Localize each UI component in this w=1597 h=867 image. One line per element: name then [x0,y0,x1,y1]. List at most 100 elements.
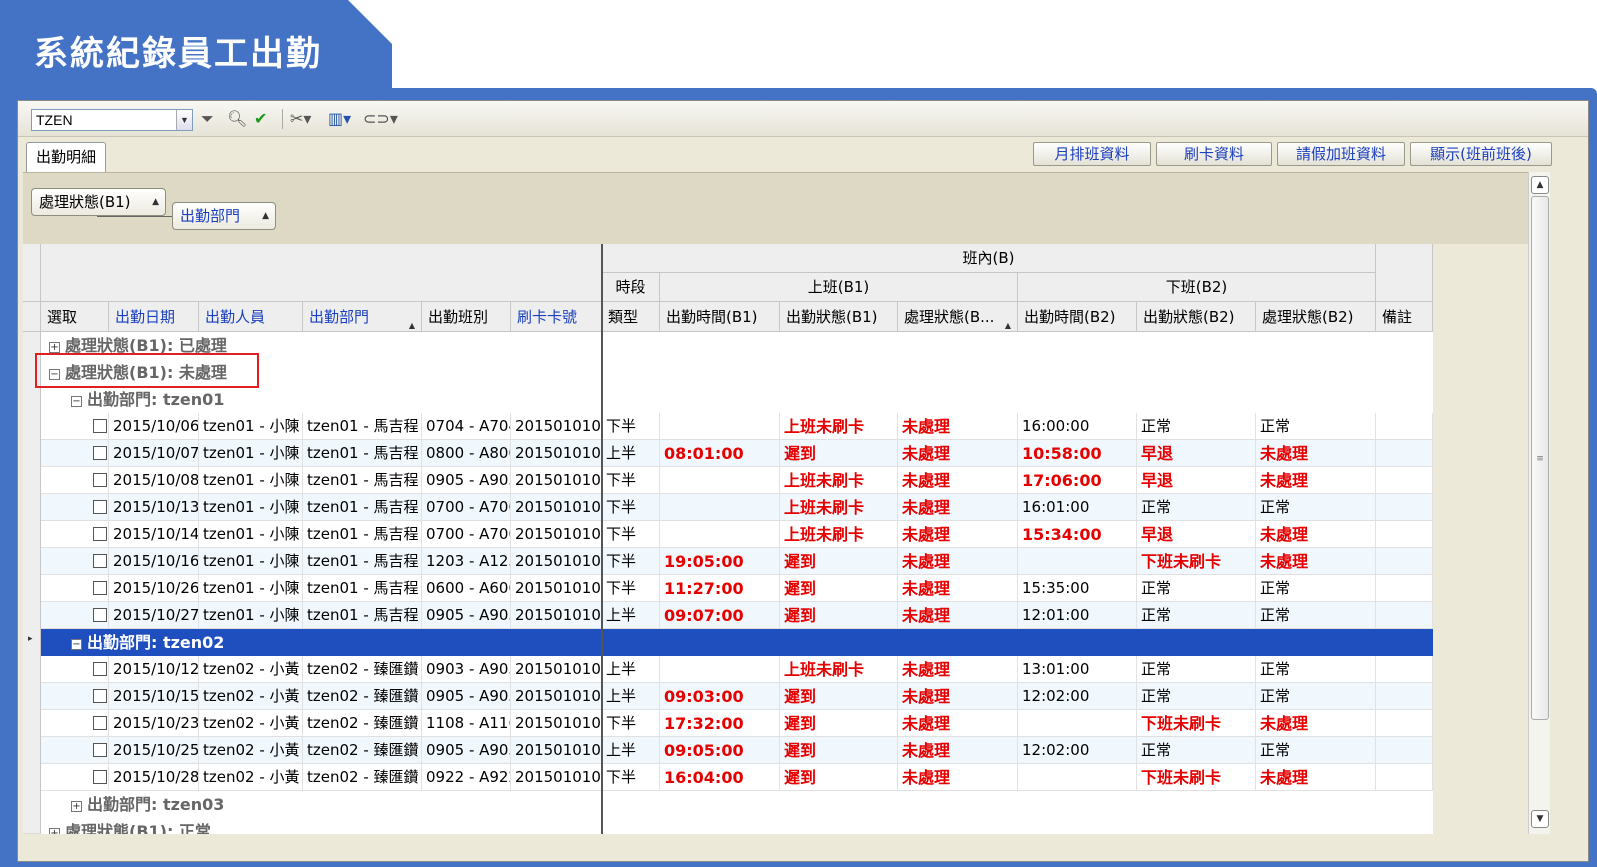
col-header-time-b1[interactable]: 出勤時間(B1) [660,302,780,332]
leave-overtime-button[interactable]: 請假加班資料 [1277,142,1405,166]
cell-time-b2: 15:34:00 [1018,521,1137,548]
cell-type: 下半 [602,764,660,791]
group-chip-status[interactable]: 處理狀態(B1) ▲ [31,188,166,216]
table-row[interactable]: 2015/10/25 tzen02 - 小黃 tzen02 - 臻匯鑽 0905 - … [41,737,1433,764]
table-row[interactable]: 2015/10/16 tzen01 - 小陳 tzen01 - 馬吉程 1203 - … [41,548,1433,575]
select-checkbox[interactable] [93,581,107,595]
cell-shift: 0905 - A905 [422,683,511,710]
select-checkbox[interactable] [93,527,107,541]
cell-type: 上半 [602,440,660,467]
table-row[interactable]: 2015/10/06 tzen01 - 小陳 tzen01 - 馬吉程 0704 - … [41,413,1433,440]
cell-process-b1: 未處理 [898,737,1018,764]
col-header-date[interactable]: 出勤日期 [109,302,199,332]
col-header-process-b1[interactable]: 處理狀態(B... ▲ [898,302,1018,332]
cell-date: 2015/10/26 [109,575,199,602]
col-header-department-label: 出勤部門 [309,308,370,326]
cell-process-b1: 未處理 [898,575,1018,602]
col-header-process-b2[interactable]: 處理狀態(B2) [1256,302,1376,332]
expand-icon[interactable]: + [49,828,60,834]
vertical-scrollbar[interactable]: ▲ ≡ ▼ [1528,172,1550,834]
cell-time-b1: 16:04:00 [660,764,780,791]
select-checkbox[interactable] [93,743,107,757]
filter-icon[interactable]: ⏷ [201,109,214,129]
check-icon[interactable]: ✔ [254,109,267,129]
select-checkbox[interactable] [93,608,107,622]
monthly-schedule-button[interactable]: 月排班資料 [1033,142,1151,166]
table-row[interactable]: 2015/10/13 tzen01 - 小陳 tzen01 - 馬吉程 0700 - … [41,494,1433,521]
table-row[interactable]: 2015/10/27 tzen01 - 小陳 tzen01 - 馬吉程 0905 - … [41,602,1433,629]
cell-process-b2: 正常 [1256,737,1376,764]
table-row[interactable]: 2015/10/15 tzen02 - 小黃 tzen02 - 臻匯鑽 0905 - … [41,683,1433,710]
sort-up-icon: ▲ [1004,321,1011,330]
group-row-normal[interactable]: + 處理狀態(B1): 正常 [41,818,1433,834]
select-checkbox[interactable] [93,689,107,703]
group-row-dept2[interactable]: − 出勤部門: tzen02 [41,629,1433,656]
cell-process-b1: 未處理 [898,683,1018,710]
col-header-type[interactable]: 類型 [602,302,660,332]
group-chip-department[interactable]: 出勤部門 ▲ [172,202,276,230]
scroll-down-icon[interactable]: ▼ [1531,810,1549,828]
select-checkbox[interactable] [93,662,107,676]
select-checkbox[interactable] [93,473,107,487]
table-row[interactable]: 2015/10/07 tzen01 - 小陳 tzen01 - 馬吉程 0800 - … [41,440,1433,467]
cell-status-b1: 遲到 [780,710,898,737]
group-row-normal-label: 處理狀態(B1): 正常 [65,822,211,834]
select-cell [41,548,109,575]
table-row[interactable]: 2015/10/14 tzen01 - 小陳 tzen01 - 馬吉程 0700 - … [41,521,1433,548]
col-header-note[interactable]: 備註 [1376,302,1433,332]
select-checkbox[interactable] [93,554,107,568]
table-row[interactable]: 2015/10/23 tzen02 - 小黃 tzen02 - 臻匯鑽 1108 - … [41,710,1433,737]
select-cell [41,710,109,737]
col-header-select[interactable]: 選取 [41,302,109,332]
scroll-up-icon[interactable]: ▲ [1531,176,1549,194]
table-row[interactable]: 2015/10/26 tzen01 - 小陳 tzen01 - 馬吉程 0600 - … [41,575,1433,602]
expand-icon[interactable]: + [49,342,60,353]
cell-shift: 0905 - A905 [422,602,511,629]
table-row[interactable]: 2015/10/12 tzen02 - 小黃 tzen02 - 臻匯鑽 0903 - … [41,656,1433,683]
card-data-button[interactable]: 刷卡資料 [1156,142,1272,166]
group-row-dept1[interactable]: − 出勤部門: tzen01 [41,386,1433,413]
col-header-department[interactable]: 出勤部門 ▲ [303,302,422,332]
col-header-card[interactable]: 刷卡卡號 [511,302,602,332]
chevron-down-icon[interactable]: ▼ [176,110,192,130]
cell-status-b1: 遲到 [780,548,898,575]
chart-icon[interactable]: ▥▾ [328,109,351,129]
company-combo[interactable]: TZEN ▼ [31,109,193,131]
tab-attendance-detail[interactable]: 出勤明細 [26,142,106,172]
table-row[interactable]: 2015/10/08 tzen01 - 小陳 tzen01 - 馬吉程 0905 - … [41,467,1433,494]
col-header-status-b1[interactable]: 出勤狀態(B1) [780,302,898,332]
cell-shift: 0704 - A704 [422,413,511,440]
group-row-dept3[interactable]: + 出勤部門: tzen03 [41,791,1433,818]
collapse-icon[interactable]: − [71,639,82,650]
select-checkbox[interactable] [93,770,107,784]
select-checkbox[interactable] [93,446,107,460]
select-checkbox[interactable] [93,419,107,433]
table-row[interactable]: 2015/10/28 tzen02 - 小黃 tzen02 - 臻匯鑽 0922 - … [41,764,1433,791]
col-header-time-b2[interactable]: 出勤時間(B2) [1018,302,1137,332]
tools-icon[interactable]: ✂▾ [290,109,311,129]
col-header-status-b2[interactable]: 出勤狀態(B2) [1137,302,1256,332]
search-icon[interactable]: 🔍︎ [227,109,247,129]
collapse-icon[interactable]: − [71,396,82,407]
cell-note [1376,683,1433,710]
link-icon[interactable]: ⊂⊃▾ [363,109,398,129]
cell-process-b2: 正常 [1256,683,1376,710]
cell-type: 上半 [602,737,660,764]
cell-time-b2 [1018,710,1137,737]
display-shift-button[interactable]: 顯示(班前班後) [1410,142,1552,166]
cell-status-b2: 正常 [1137,413,1256,440]
cell-card-no: 2015010102 [511,683,602,710]
group-connector [97,216,173,217]
scroll-thumb[interactable]: ≡ [1531,196,1549,720]
select-checkbox[interactable] [93,716,107,730]
group-by-panel: 處理狀態(B1) ▲ 出勤部門 ▲ [23,172,1528,244]
cell-date: 2015/10/13 [109,494,199,521]
expand-icon[interactable]: + [71,801,82,812]
col-header-shift[interactable]: 出勤班別 [422,302,511,332]
select-checkbox[interactable] [93,500,107,514]
cell-type: 下半 [602,575,660,602]
col-header-person[interactable]: 出勤人員 [199,302,303,332]
group-chip-department-label: 出勤部門 [180,207,241,225]
select-cell [41,413,109,440]
toolbar-separator [282,109,283,129]
